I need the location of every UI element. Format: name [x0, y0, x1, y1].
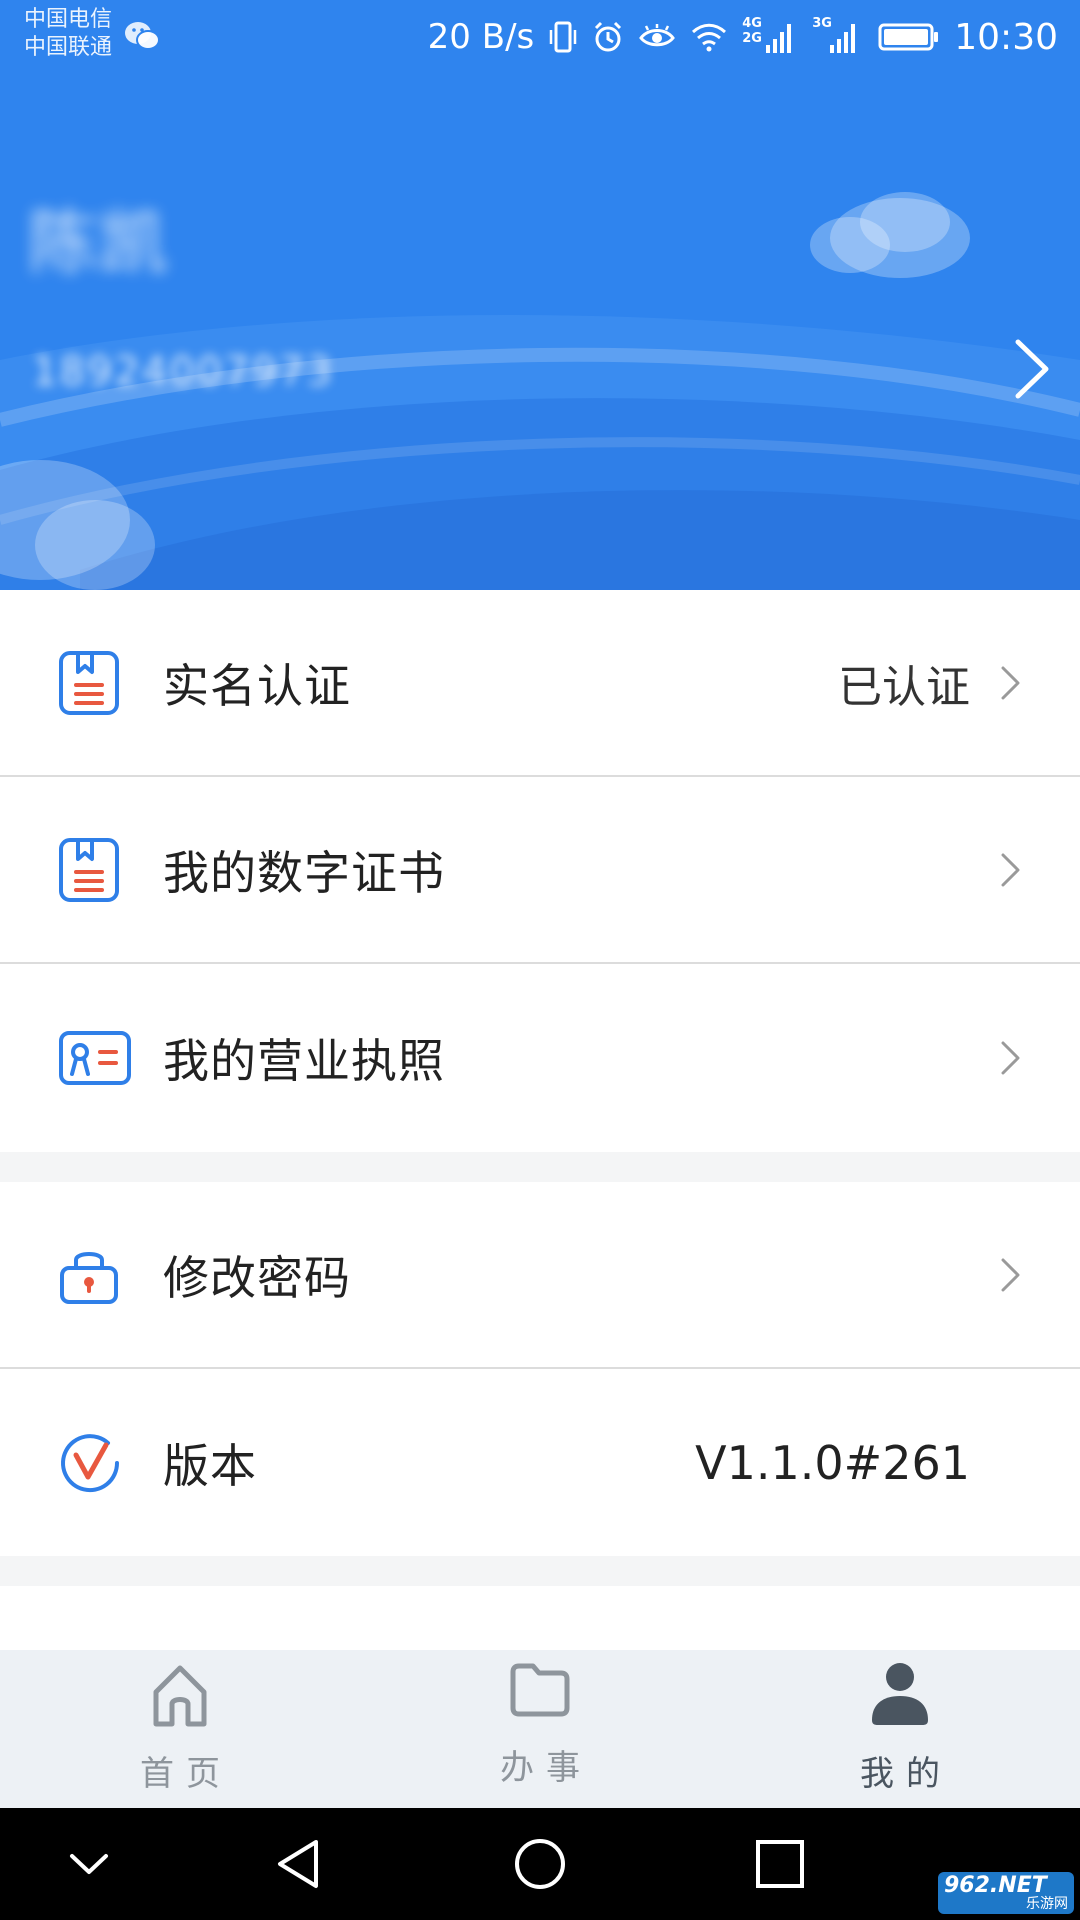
user-phone: 18924007973: [32, 349, 334, 395]
person-icon: [872, 1663, 928, 1725]
tab-label-mine: 我的: [860, 1754, 952, 1794]
recents-icon[interactable]: [752, 1836, 808, 1892]
chevron-right-icon[interactable]: [1012, 338, 1052, 400]
tab-work[interactable]: 办事: [440, 1650, 640, 1808]
status-bar: 中国电信 中国联通 20 B/s 4G 2G 3G 10:30: [0, 0, 1080, 80]
tab-label-home: 首页: [140, 1754, 232, 1794]
carrier-info: 中国电信 中国联通: [24, 6, 112, 62]
menu-label-digital-cert: 我的数字证书: [163, 845, 445, 900]
menu-group-extra: [0, 1586, 1080, 1650]
user-name: 陈凯: [28, 202, 168, 284]
network-type-1: 4G: [742, 16, 762, 31]
network-type-2: 2G: [742, 31, 762, 46]
chevron-right-icon: [1001, 1041, 1020, 1074]
menu-item-business-license[interactable]: 我的营业执照: [0, 964, 1080, 1151]
alarm-icon: [595, 21, 622, 52]
home-icon: [153, 1665, 207, 1727]
home-circle-icon[interactable]: [512, 1836, 568, 1892]
signal-1-icon: 4G 2G: [742, 17, 798, 57]
menu-item-change-password[interactable]: 修改密码: [0, 1182, 1080, 1369]
menu-label-change-password: 修改密码: [163, 1250, 351, 1305]
tab-label-work: 办事: [500, 1748, 592, 1788]
tab-mine[interactable]: 我的: [800, 1650, 1000, 1808]
wechat-icon: [125, 22, 160, 50]
clock: 10:30: [954, 16, 1058, 58]
battery-icon: [878, 23, 939, 51]
menu-label-business-license: 我的营业执照: [163, 1033, 445, 1088]
menu-label-version: 版本: [163, 1438, 257, 1493]
bottom-tab-bar: 首页 办事 我的: [0, 1650, 1080, 1808]
chevron-right-icon: [1001, 666, 1020, 699]
verification-status: 已认证: [838, 661, 970, 713]
menu-group-settings: 修改密码 版本 V1.1.0#261: [0, 1182, 1080, 1556]
watermark-logo: 962.NET 乐游网: [938, 1872, 1074, 1914]
menu-item-digital-cert[interactable]: 我的数字证书: [0, 777, 1080, 964]
system-nav-bar: 962.NET 乐游网: [0, 1808, 1080, 1920]
carrier-2: 中国联通: [24, 35, 113, 60]
chevron-right-icon: [1001, 1258, 1020, 1291]
signal-bars-1: [766, 24, 792, 53]
eye-comfort-icon: [639, 24, 676, 47]
status-icons: 20 B/s 4G 2G 3G 10:30: [428, 14, 1058, 60]
header-background: [0, 192, 1080, 590]
chevron-right-icon: [1001, 853, 1020, 886]
profile-header[interactable]: 中国电信 中国联通 20 B/s 4G 2G 3G 10:30 陈凯 18924…: [0, 0, 1080, 590]
menu-group-account: 实名认证 已认证 我的数字证书 我的营业执照: [0, 590, 1080, 1152]
carrier-1: 中国电信: [24, 7, 113, 32]
signal-bars-2: [830, 24, 856, 53]
certificate-icon: [59, 650, 119, 715]
folder-icon: [510, 1663, 570, 1717]
menu-label-real-name: 实名认证: [163, 658, 351, 713]
tab-home[interactable]: 首页: [80, 1650, 280, 1808]
network-type-3: 3G: [812, 16, 832, 31]
lock-icon: [60, 1251, 118, 1304]
version-icon: [61, 1433, 120, 1492]
digital-certificate-icon: [59, 837, 119, 902]
wifi-icon: [692, 23, 727, 52]
version-number: V1.1.0#261: [695, 1435, 970, 1490]
menu-item-real-name[interactable]: 实名认证 已认证: [0, 590, 1080, 777]
vibrate-icon: [550, 21, 577, 53]
menu-item-version: 版本 V1.1.0#261: [0, 1369, 1080, 1556]
id-card-icon: [59, 1030, 131, 1085]
back-icon[interactable]: [272, 1836, 328, 1892]
net-speed: 20 B/s: [427, 17, 535, 57]
watermark-bottom: 乐游网: [1026, 1896, 1068, 1912]
chevron-down-icon[interactable]: [66, 1844, 112, 1884]
signal-2-icon: 3G: [812, 17, 864, 57]
